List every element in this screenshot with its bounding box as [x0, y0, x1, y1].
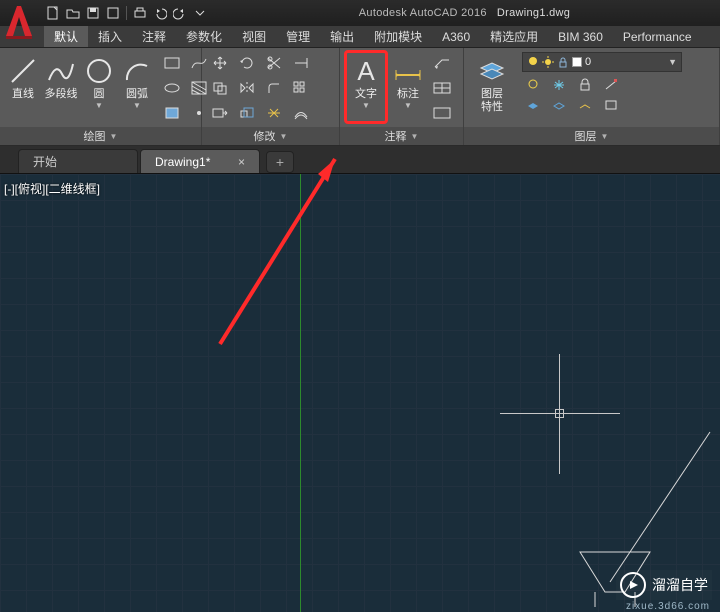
modify-tools: [208, 52, 313, 124]
panel-title-draw[interactable]: 绘图▼: [0, 127, 201, 145]
ribbon: 直线 多段线 圆▼ 圆弧▼ 绘图▼: [0, 48, 720, 146]
document-tabs: 开始 Drawing1* × +: [0, 146, 720, 174]
tab-insert[interactable]: 插入: [88, 26, 132, 47]
lock-icon: [557, 56, 569, 68]
layer-state-icon[interactable]: [600, 96, 622, 114]
play-icon: [620, 572, 646, 598]
mtext-icon[interactable]: [430, 102, 454, 124]
title-text: Autodesk AutoCAD 2016 Drawing1.dwg: [209, 7, 720, 19]
drawing-canvas[interactable]: [-][俯视][二维线框] 溜溜自学 zixue.3d66.com: [0, 174, 720, 612]
tab-featured[interactable]: 精选应用: [480, 26, 548, 47]
quick-access-toolbar: [44, 4, 209, 22]
layer-controls: 0 ▼: [522, 52, 682, 114]
doc-tab-start[interactable]: 开始: [18, 149, 138, 173]
svg-text:A: A: [357, 56, 375, 86]
panel-modify: 修改▼: [202, 48, 340, 145]
move-icon[interactable]: [208, 52, 232, 74]
panel-title-annot[interactable]: 注释▼: [340, 127, 463, 145]
explode-icon[interactable]: [262, 102, 286, 124]
annot-mini: [430, 52, 454, 124]
leader-icon[interactable]: [430, 52, 454, 74]
viewport-label[interactable]: [-][俯视][二维线框]: [4, 180, 100, 197]
qat-dropdown-icon[interactable]: [191, 4, 209, 22]
copy-icon[interactable]: [208, 77, 232, 99]
layer-walk-icon[interactable]: [574, 96, 596, 114]
text-icon: A: [349, 54, 383, 88]
bulb-icon: [527, 56, 539, 68]
ribbon-tabs: 默认 插入 注释 参数化 视图 管理 输出 附加模块 A360 精选应用 BIM…: [0, 26, 720, 48]
file-name: Drawing1.dwg: [497, 7, 570, 19]
panel-title-modify[interactable]: 修改▼: [202, 127, 339, 145]
tab-performance[interactable]: Performance: [613, 26, 702, 47]
array-icon[interactable]: [289, 77, 313, 99]
panel-title-layers[interactable]: 图层▼: [464, 127, 719, 145]
watermark-text: 溜溜自学: [652, 575, 708, 595]
circle-icon: [82, 54, 116, 88]
tool-layer-properties[interactable]: 图层 特性: [470, 52, 514, 122]
tool-polyline[interactable]: 多段线: [44, 52, 78, 122]
tab-default[interactable]: 默认: [44, 26, 88, 47]
rect-icon[interactable]: [160, 52, 184, 74]
app-name: Autodesk AutoCAD 2016: [359, 7, 487, 19]
panel-annotation: A 文字▼ 标注▼ 注释▼: [340, 48, 464, 145]
fillet-icon[interactable]: [262, 77, 286, 99]
qat-plot-icon[interactable]: [131, 4, 149, 22]
line-icon: [6, 54, 40, 88]
stretch-icon[interactable]: [208, 102, 232, 124]
layer-color-swatch: [572, 57, 582, 67]
layer-tool-grid: [522, 76, 682, 114]
tab-bim360[interactable]: BIM 360: [548, 26, 613, 47]
layer-lock-icon[interactable]: [574, 76, 596, 94]
extend-icon[interactable]: [289, 52, 313, 74]
layer-iso-icon[interactable]: [522, 96, 544, 114]
polyline-icon: [44, 54, 78, 88]
panel-draw: 直线 多段线 圆▼ 圆弧▼ 绘图▼: [0, 48, 202, 145]
qat-open-icon[interactable]: [64, 4, 82, 22]
tool-text[interactable]: A 文字▼: [346, 52, 386, 122]
arc-icon: [120, 54, 154, 88]
tab-manage[interactable]: 管理: [276, 26, 320, 47]
layer-properties-icon: [475, 54, 509, 88]
layer-match-icon[interactable]: [600, 76, 622, 94]
tab-annotate[interactable]: 注释: [132, 26, 176, 47]
tool-line[interactable]: 直线: [6, 52, 40, 122]
watermark: 溜溜自学: [616, 570, 712, 600]
layer-off-icon[interactable]: [522, 76, 544, 94]
layer-prev-icon[interactable]: [548, 96, 570, 114]
tab-a360[interactable]: A360: [432, 26, 480, 47]
region-icon[interactable]: [160, 102, 184, 124]
trim-icon[interactable]: [262, 52, 286, 74]
qat-save-icon[interactable]: [84, 4, 102, 22]
layer-dropdown[interactable]: 0 ▼: [522, 52, 682, 72]
tab-parametric[interactable]: 参数化: [176, 26, 232, 47]
annotation-arrow: [200, 144, 360, 354]
layer-freeze-icon[interactable]: [548, 76, 570, 94]
panel-layers: 图层 特性 0 ▼: [464, 48, 720, 145]
qat-new-icon[interactable]: [44, 4, 62, 22]
qat-undo-icon[interactable]: [151, 4, 169, 22]
table-icon[interactable]: [430, 77, 454, 99]
scale-icon[interactable]: [235, 102, 259, 124]
tool-dimension[interactable]: 标注▼: [388, 52, 428, 122]
qat-saveas-icon[interactable]: [104, 4, 122, 22]
sun-icon: [542, 56, 554, 68]
title-bar: Autodesk AutoCAD 2016 Drawing1.dwg: [0, 0, 720, 26]
layer-name: 0: [585, 56, 591, 68]
app-logo-icon[interactable]: [2, 2, 34, 40]
ellipse-icon[interactable]: [160, 77, 184, 99]
watermark-url: zixue.3d66.com: [626, 601, 710, 612]
tab-output[interactable]: 输出: [320, 26, 364, 47]
tool-circle[interactable]: 圆▼: [82, 52, 116, 122]
rotate-icon[interactable]: [235, 52, 259, 74]
mirror-icon[interactable]: [235, 77, 259, 99]
offset-icon[interactable]: [289, 102, 313, 124]
tab-view[interactable]: 视图: [232, 26, 276, 47]
tab-addins[interactable]: 附加模块: [364, 26, 432, 47]
tool-arc[interactable]: 圆弧▼: [120, 52, 154, 122]
qat-redo-icon[interactable]: [171, 4, 189, 22]
dimension-icon: [391, 54, 425, 88]
